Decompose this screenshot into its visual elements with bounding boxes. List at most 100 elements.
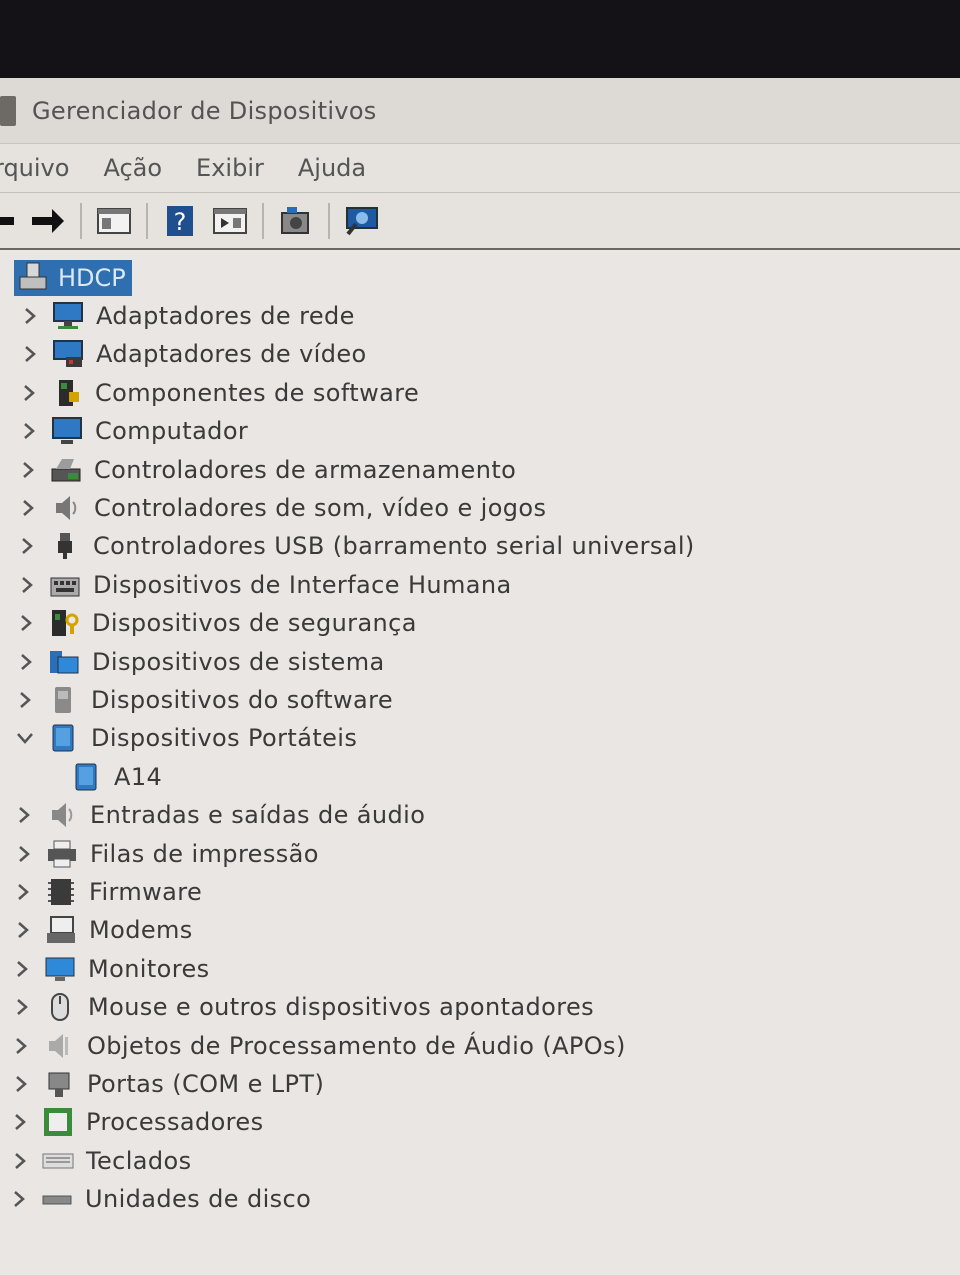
update-driver-icon[interactable] [278, 203, 314, 239]
tree-category-16[interactable]: Monitores [12, 951, 210, 987]
tree-category-17[interactable]: Mouse e outros dispositivos apontadores [12, 989, 594, 1025]
chevron-right-icon[interactable] [11, 1028, 31, 1064]
hid-icon [49, 570, 81, 600]
menu-exibir[interactable]: Exibir [196, 154, 264, 182]
menu-ajuda[interactable]: Ajuda [298, 154, 366, 182]
toolbar-separator [146, 202, 148, 239]
storage-controller-icon [50, 455, 82, 485]
modem-icon [45, 915, 77, 945]
tree-category-label: Controladores de som, vídeo e jogos [94, 494, 547, 522]
chevron-right-icon[interactable] [20, 298, 40, 334]
tree-category-label: Controladores de armazenamento [94, 455, 517, 484]
tree-category-label: Processadores [86, 1108, 264, 1137]
chevron-right-icon[interactable] [13, 912, 33, 948]
software-component-icon [51, 378, 83, 408]
audio-processing-icon [43, 1031, 75, 1061]
chevron-right-icon[interactable] [11, 1066, 31, 1102]
keyboard-icon [42, 1146, 74, 1176]
mouse-icon [44, 992, 76, 1022]
chevron-right-icon[interactable] [9, 1181, 29, 1217]
tree-category-8[interactable]: Dispositivos de segurança [16, 605, 417, 641]
tree-category-2[interactable]: Componentes de software [19, 375, 419, 411]
usb-icon [49, 531, 81, 561]
tree-root[interactable]: HDCP [14, 260, 132, 296]
scan-hardware-icon[interactable] [344, 203, 380, 239]
tree-category-12[interactable]: Entradas e saídas de áudio [14, 797, 425, 833]
tree-category-9[interactable]: Dispositivos de sistema [16, 644, 385, 680]
svg-text:?: ? [174, 208, 187, 236]
tree-category-6[interactable]: Controladores USB (barramento serial uni… [17, 528, 695, 564]
tree-category-14[interactable]: Firmware [13, 874, 202, 910]
menu-bar: rquivo Ação Exibir Ajuda [0, 144, 960, 193]
portable-device-icon [70, 762, 102, 792]
chevron-right-icon[interactable] [13, 874, 33, 910]
chevron-right-icon[interactable] [19, 413, 39, 449]
chevron-right-icon[interactable] [16, 605, 36, 641]
tree-category-13[interactable]: Filas de impressão [14, 836, 319, 872]
display-adapter-icon [52, 339, 84, 369]
device-tree: HDCP Adaptadores de rede Adaptadores de v… [0, 254, 960, 1275]
chevron-right-icon[interactable] [10, 1104, 30, 1140]
tree-category-label: Filas de impressão [90, 839, 319, 868]
chevron-right-icon[interactable] [18, 490, 38, 526]
tree-category-15[interactable]: Modems [13, 912, 193, 948]
tree-category-4[interactable]: Controladores de armazenamento [18, 452, 516, 488]
tree-category-3[interactable]: Computador [19, 413, 248, 449]
tree-category-22[interactable]: Unidades de disco [9, 1181, 311, 1217]
chevron-right-icon[interactable] [18, 452, 38, 488]
chevron-right-icon[interactable] [17, 528, 37, 564]
chevron-right-icon[interactable] [20, 336, 40, 372]
device-manager-icon [0, 95, 16, 126]
menu-acao[interactable]: Ação [103, 154, 162, 182]
chevron-right-icon[interactable] [16, 644, 36, 680]
processor-icon [42, 1107, 74, 1137]
show-hidden-icon[interactable] [212, 203, 248, 239]
tree-category-label: Computador [95, 417, 249, 446]
port-icon [43, 1069, 75, 1099]
computer-icon [51, 416, 83, 446]
back-arrow-icon[interactable] [0, 203, 16, 239]
chevron-right-icon[interactable] [12, 989, 32, 1025]
tree-category-20[interactable]: Processadores [10, 1104, 263, 1140]
tree-category-label: Dispositivos de Interface Humana [93, 570, 512, 599]
tree-category-11[interactable]: Dispositivos Portáteis [15, 720, 357, 756]
portable-device-icon [47, 723, 79, 753]
tree-category-label: Dispositivos Portáteis [91, 724, 358, 753]
toolbar-separator [262, 202, 264, 239]
chevron-right-icon[interactable] [15, 682, 35, 718]
chevron-right-icon[interactable] [12, 951, 32, 987]
tree-root-label: HDCP [58, 264, 126, 292]
chevron-right-icon[interactable] [14, 797, 34, 833]
tree-category-19[interactable]: Portas (COM e LPT) [11, 1066, 324, 1102]
security-device-icon [48, 608, 80, 638]
tree-category-5[interactable]: Controladores de som, vídeo e jogos [18, 490, 546, 526]
printer-icon [46, 839, 78, 869]
tree-category-7[interactable]: Dispositivos de Interface Humana [17, 567, 512, 603]
audio-io-icon [46, 800, 78, 830]
device-manager-window: Gerenciador de Dispositivos rquivo Ação … [0, 78, 960, 1275]
tree-category-10[interactable]: Dispositivos do software [15, 682, 393, 718]
help-icon[interactable]: ? [162, 203, 198, 239]
properties-icon[interactable] [96, 203, 132, 239]
chevron-right-icon[interactable] [10, 1143, 30, 1179]
chevron-down-icon[interactable] [15, 720, 35, 756]
tree-device-0[interactable]: A14 [58, 759, 162, 795]
tree-category-21[interactable]: Teclados [10, 1143, 192, 1179]
tree-category-label: Unidades de disco [85, 1185, 312, 1214]
chevron-right-icon[interactable] [17, 567, 37, 603]
tree-category-18[interactable]: Objetos de Processamento de Áudio (APOs) [11, 1028, 626, 1064]
tree-category-label: Modems [89, 916, 193, 945]
tree-category-0[interactable]: Adaptadores de rede [20, 298, 355, 334]
title-bar: Gerenciador de Dispositivos [0, 78, 960, 144]
tree-category-label: Entradas e saídas de áudio [90, 801, 426, 830]
chevron-right-icon[interactable] [14, 836, 34, 872]
menu-arquivo[interactable]: rquivo [0, 154, 69, 182]
tree-category-1[interactable]: Adaptadores de vídeo [20, 336, 367, 372]
firmware-icon [45, 877, 77, 907]
forward-arrow-icon[interactable] [30, 203, 66, 239]
chevron-right-icon[interactable] [19, 375, 39, 411]
toolbar: ? [0, 193, 960, 250]
tree-category-label: Dispositivos de sistema [92, 647, 385, 676]
system-device-icon [48, 647, 80, 677]
tree-category-label: Monitores [88, 954, 210, 983]
